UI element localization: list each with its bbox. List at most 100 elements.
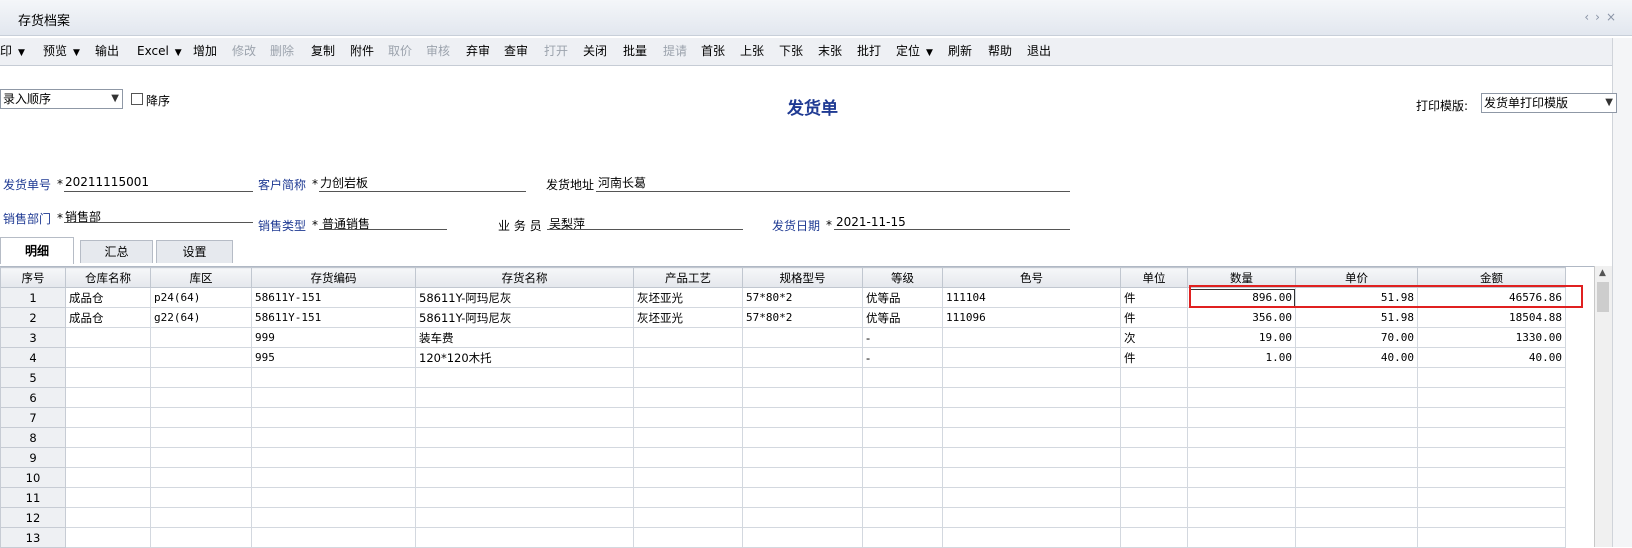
table-cell[interactable] [415, 447, 634, 468]
table-cell[interactable] [742, 407, 863, 428]
toolbar-button-3[interactable]: Excel ▼ [137, 41, 182, 62]
row-number-cell[interactable]: 3 [0, 327, 66, 348]
table-cell[interactable] [251, 407, 416, 428]
table-cell[interactable] [150, 367, 252, 388]
table-cell[interactable] [1120, 527, 1188, 548]
table-cell[interactable]: 999 [251, 327, 416, 348]
toolbar-button-6[interactable]: 删除 [270, 41, 294, 62]
table-cell[interactable]: 120*120木托 [415, 347, 634, 368]
table-cell[interactable] [65, 387, 151, 408]
table-cell[interactable] [251, 507, 416, 528]
toolbar-button-5[interactable]: 修改 [232, 41, 256, 62]
table-cell[interactable] [65, 527, 151, 548]
table-cell[interactable] [415, 507, 634, 528]
table-cell[interactable] [942, 527, 1121, 548]
table-row[interactable]: 2 成品仓 g22(64) 58611Y-151 58611Y-阿玛尼灰 灰坯亚光 57*8… [0, 307, 1566, 328]
column-header[interactable]: 产品工艺 [633, 267, 743, 288]
toolbar-button-7[interactable]: 复制 [311, 41, 335, 62]
toolbar-button-10[interactable]: 审核 [426, 41, 450, 62]
table-cell[interactable] [1295, 527, 1418, 548]
table-cell[interactable]: 成品仓 [65, 287, 151, 308]
table-cell[interactable] [942, 507, 1121, 528]
table-cell[interactable]: 111104 [942, 287, 1121, 308]
table-cell[interactable]: - [862, 327, 943, 348]
table-cell[interactable]: 成品仓 [65, 307, 151, 328]
nav-next-icon[interactable]: › [1595, 10, 1606, 24]
table-cell[interactable]: 优等品 [862, 287, 943, 308]
nav-prev-icon[interactable]: ‹ [1584, 10, 1595, 24]
table-cell[interactable]: 次 [1120, 327, 1188, 348]
column-header[interactable]: 库区 [150, 267, 252, 288]
table-cell[interactable] [415, 467, 634, 488]
table-cell[interactable] [633, 467, 743, 488]
table-cell[interactable]: 装车费 [415, 327, 634, 348]
table-cell[interactable] [1417, 447, 1566, 468]
tab-settings[interactable]: 设置 [156, 240, 233, 263]
table-cell[interactable]: 40.00 [1417, 347, 1566, 368]
toolbar-button-4[interactable]: 增加 [193, 41, 217, 62]
table-cell[interactable]: 111096 [942, 307, 1121, 328]
toolbar-button-18[interactable]: 上张 [740, 41, 764, 62]
table-cell[interactable] [65, 507, 151, 528]
table-cell[interactable] [1120, 407, 1188, 428]
table-cell[interactable] [742, 487, 863, 508]
table-cell[interactable] [942, 367, 1121, 388]
toolbar-button-25[interactable]: 退出 [1027, 41, 1051, 62]
tab-detail[interactable]: 明细 [0, 237, 74, 264]
table-cell[interactable]: 19.00 [1187, 327, 1296, 348]
table-cell[interactable]: 件 [1120, 347, 1188, 368]
close-icon[interactable]: × [1606, 10, 1622, 24]
toolbar-button-11[interactable]: 弃审 [466, 41, 490, 62]
table-cell[interactable] [150, 407, 252, 428]
table-cell[interactable]: p24(64) [150, 287, 252, 308]
table-cell[interactable] [633, 487, 743, 508]
column-header[interactable]: 序号 [0, 267, 66, 288]
table-cell[interactable]: 灰坯亚光 [633, 287, 743, 308]
toolbar-button-24[interactable]: 帮助 [988, 41, 1012, 62]
toolbar-button-13[interactable]: 打开 [544, 41, 568, 62]
toolbar-button-8[interactable]: 附件 [350, 41, 374, 62]
table-cell[interactable] [65, 347, 151, 368]
table-cell[interactable] [742, 527, 863, 548]
table-cell[interactable] [1120, 487, 1188, 508]
table-row[interactable]: 8 [0, 427, 1566, 448]
table-cell[interactable] [251, 387, 416, 408]
table-cell[interactable] [1187, 427, 1296, 448]
toolbar-button-0[interactable]: 印 ▼ [0, 41, 25, 62]
table-cell[interactable] [1187, 467, 1296, 488]
table-row[interactable]: 6 [0, 387, 1566, 408]
table-row[interactable]: 13 [0, 527, 1566, 548]
table-cell[interactable] [1295, 467, 1418, 488]
table-cell[interactable] [742, 367, 863, 388]
table-cell[interactable] [742, 507, 863, 528]
table-cell[interactable] [415, 527, 634, 548]
table-cell[interactable] [942, 407, 1121, 428]
table-cell[interactable] [1120, 367, 1188, 388]
dropdown-arrow-icon[interactable]: ▼ [926, 48, 933, 58]
table-cell[interactable]: 1330.00 [1417, 327, 1566, 348]
column-header[interactable]: 单位 [1120, 267, 1188, 288]
table-cell[interactable] [251, 427, 416, 448]
toolbar-button-14[interactable]: 关闭 [583, 41, 607, 62]
table-cell[interactable] [862, 527, 943, 548]
table-cell[interactable] [633, 427, 743, 448]
table-cell[interactable] [65, 367, 151, 388]
table-row[interactable]: 12 [0, 507, 1566, 528]
scroll-thumb[interactable] [1597, 282, 1609, 312]
table-cell[interactable]: 40.00 [1295, 347, 1418, 368]
table-cell[interactable] [65, 467, 151, 488]
toolbar-button-23[interactable]: 刷新 [948, 41, 972, 62]
toolbar-button-2[interactable]: 输出 [95, 41, 119, 62]
row-number-cell[interactable]: 9 [0, 447, 66, 468]
table-cell[interactable]: 件 [1120, 307, 1188, 328]
table-cell[interactable] [150, 347, 252, 368]
table-cell[interactable] [633, 387, 743, 408]
table-cell[interactable] [942, 387, 1121, 408]
table-cell[interactable] [942, 347, 1121, 368]
table-cell[interactable] [742, 347, 863, 368]
table-cell[interactable] [150, 327, 252, 348]
order-no-field[interactable]: 20211115001 [65, 175, 149, 189]
table-cell[interactable] [1187, 487, 1296, 508]
table-cell[interactable]: 356.00 [1187, 307, 1296, 328]
table-cell[interactable] [742, 427, 863, 448]
